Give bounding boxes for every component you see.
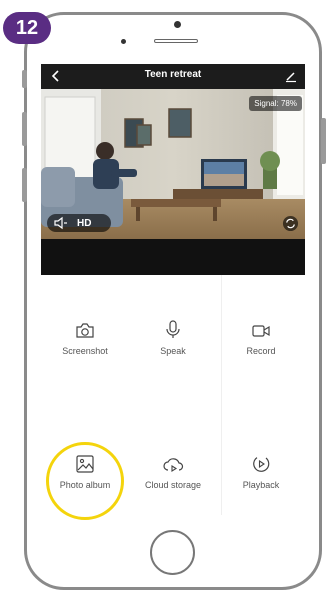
home-button[interactable]: [150, 530, 195, 575]
cloud-play-icon: [163, 458, 184, 472]
microphone-icon: [166, 320, 180, 338]
playback-button[interactable]: Playback: [217, 454, 305, 490]
step-number-badge: 12: [3, 12, 51, 44]
photo-album-highlight-circle: [46, 442, 124, 520]
proximity-sensor: [121, 39, 126, 44]
speak-button[interactable]: Speak: [129, 319, 217, 356]
quality-label[interactable]: HD: [77, 218, 91, 229]
record-button[interactable]: Record: [217, 322, 305, 356]
pencil-icon[interactable]: [282, 67, 300, 85]
side-button-left-1: [22, 70, 27, 88]
playback-label: Playback: [242, 480, 280, 490]
app-header: Teen retreat: [41, 64, 305, 89]
speak-label: Speak: [160, 346, 186, 356]
speaker-icon[interactable]: [53, 216, 69, 230]
side-button-right: [321, 118, 326, 164]
front-camera: [174, 21, 181, 28]
video-record-icon: [252, 325, 270, 337]
camera-icon: [76, 323, 94, 338]
record-label: Record: [246, 346, 276, 356]
side-button-left-3: [22, 168, 27, 202]
side-button-left-2: [22, 112, 27, 146]
cloud-storage-label: Cloud storage: [144, 480, 202, 490]
playback-icon: [253, 457, 270, 472]
screenshot-label: Screenshot: [62, 346, 108, 356]
video-bottom-bar: [41, 239, 305, 275]
device-title: Teen retreat: [144, 69, 202, 80]
signal-strength-label: Signal: 78%: [249, 96, 302, 111]
screenshot-button[interactable]: Screenshot: [41, 322, 129, 356]
earpiece-speaker: [154, 39, 198, 43]
rotate-icon[interactable]: [282, 215, 299, 232]
cloud-storage-button[interactable]: Cloud storage: [129, 456, 217, 490]
quality-control[interactable]: HD: [47, 214, 111, 232]
